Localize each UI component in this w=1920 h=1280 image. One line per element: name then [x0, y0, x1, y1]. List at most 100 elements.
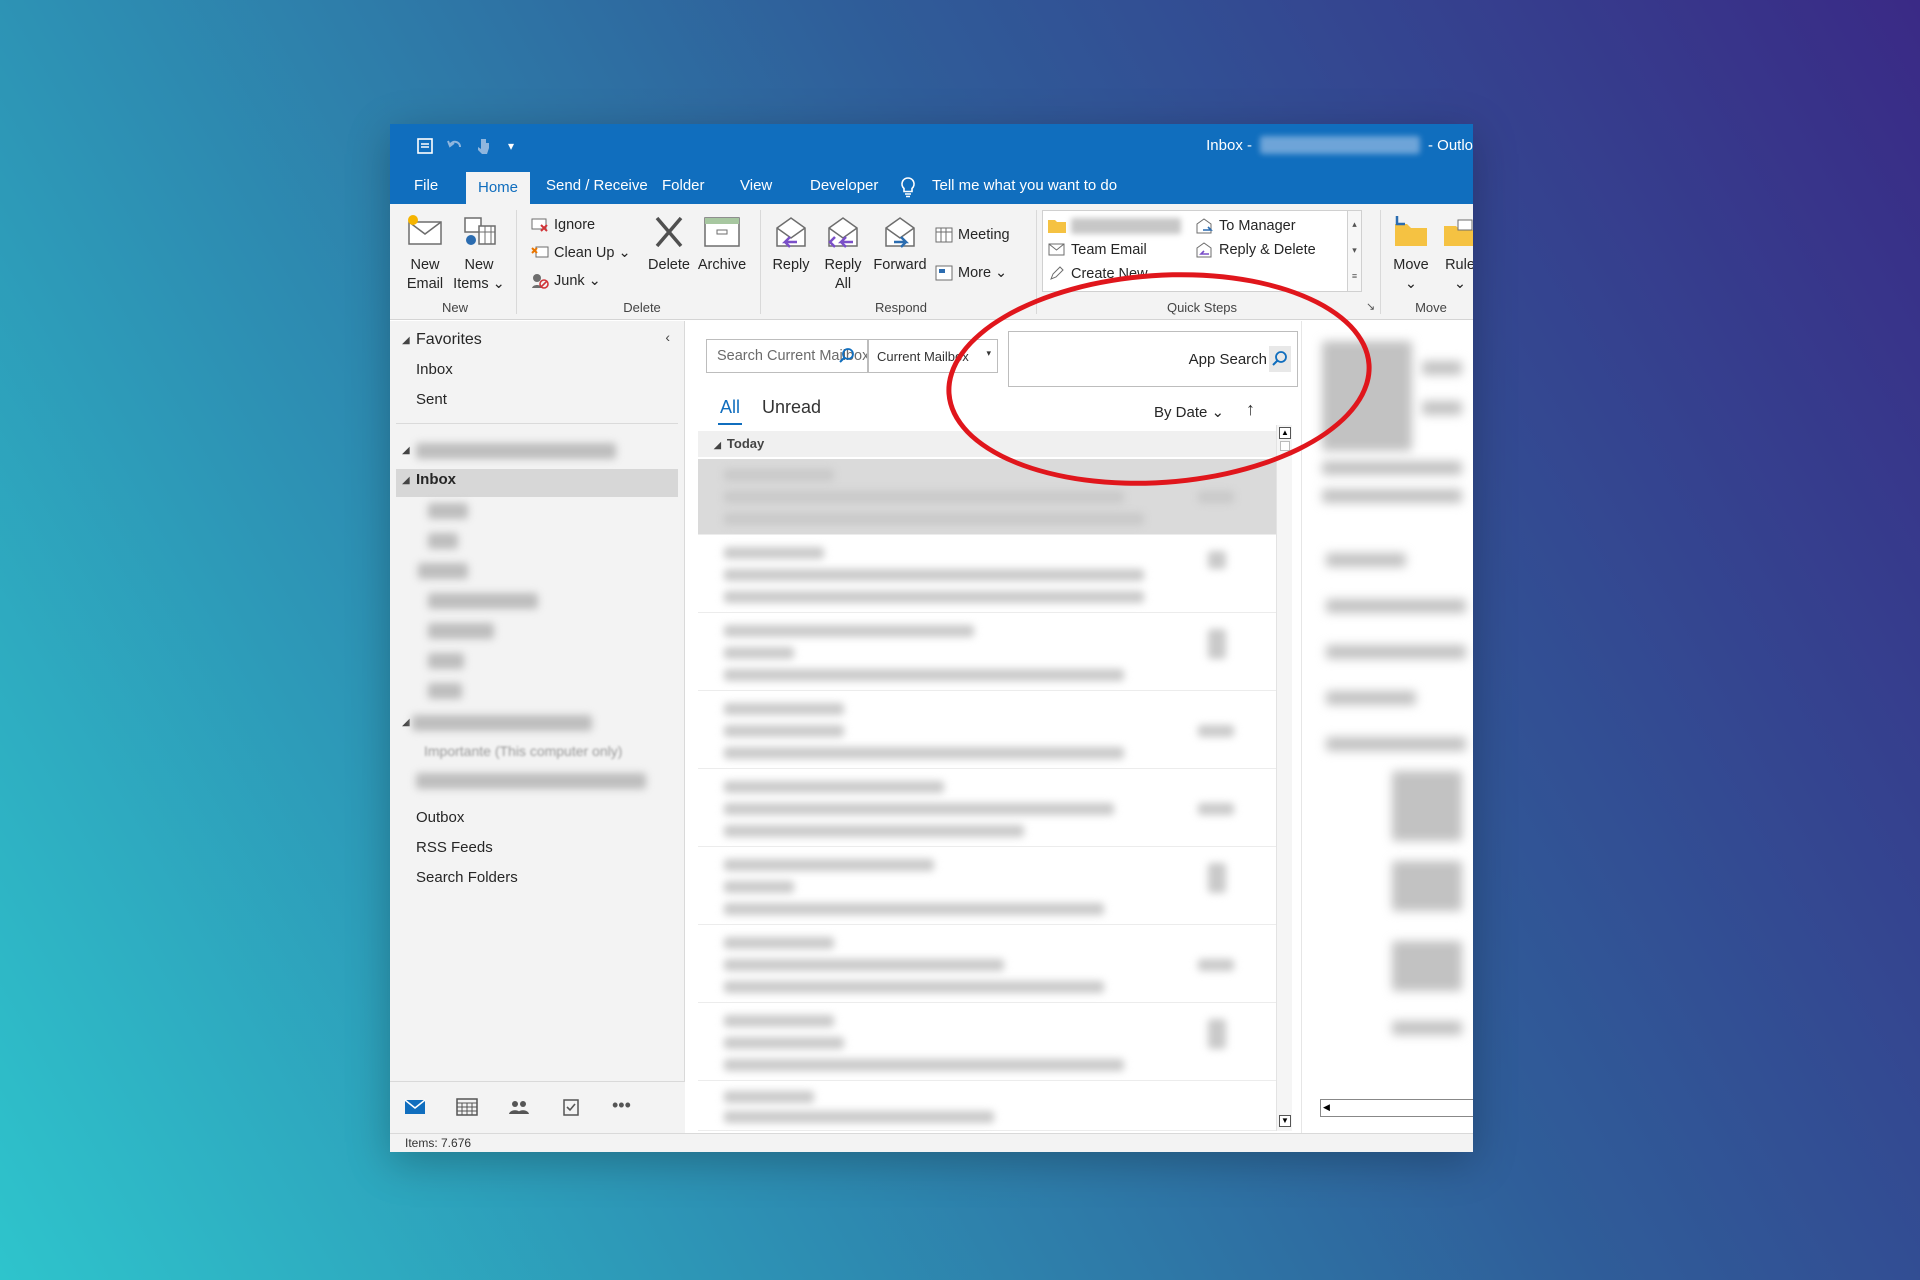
subfolder-redacted[interactable]: [412, 715, 592, 731]
tab-view[interactable]: View: [728, 168, 784, 204]
message-icon-redacted: [1208, 551, 1226, 569]
reply-all-button[interactable]: Reply All: [818, 212, 868, 294]
quick-step-move-to[interactable]: [1047, 217, 1181, 235]
message-row[interactable]: [698, 693, 1278, 769]
reading-pane: ◀: [1301, 321, 1473, 1133]
collapse-pane-icon[interactable]: ‹: [665, 329, 670, 345]
subfolder-importante[interactable]: Importante (This computer only): [424, 743, 622, 759]
tasks-icon[interactable]: [560, 1098, 584, 1118]
folder-search-folders[interactable]: Search Folders: [416, 869, 518, 886]
tab-developer[interactable]: Developer: [798, 168, 890, 204]
chevron-down-icon: ⌄: [995, 265, 1008, 281]
clean-up-button[interactable]: Clean Up ⌄: [530, 244, 631, 262]
people-icon[interactable]: [508, 1098, 532, 1118]
undo-icon[interactable]: [442, 134, 468, 158]
quick-step-reply-delete[interactable]: Reply & Delete: [1195, 241, 1316, 259]
message-time-redacted: [1198, 959, 1234, 971]
quick-step-create-new[interactable]: Create New: [1047, 265, 1148, 283]
tab-send-receive[interactable]: Send / Receive: [534, 168, 660, 204]
folder-outbox[interactable]: Outbox: [416, 809, 464, 826]
move-button[interactable]: Move ⌄: [1386, 212, 1436, 294]
scroll-up-button[interactable]: ▲: [1279, 427, 1291, 439]
message-row[interactable]: [698, 927, 1278, 1003]
subfolder-redacted[interactable]: [416, 773, 646, 789]
new-items-button[interactable]: New Items ⌄: [452, 212, 506, 294]
scroll-left-button[interactable]: ◀: [1323, 1102, 1330, 1113]
sort-by-date[interactable]: By Date ⌄: [1154, 403, 1224, 421]
subfolder-redacted[interactable]: [428, 593, 538, 609]
forward-button[interactable]: Forward: [870, 212, 930, 275]
subfolder-redacted[interactable]: [428, 683, 462, 699]
app-search-box[interactable]: App Search: [1008, 331, 1298, 387]
subfolder-redacted[interactable]: [428, 653, 464, 669]
app-search-icon[interactable]: [1269, 346, 1291, 372]
more-button[interactable]: More ⌄: [934, 264, 1007, 282]
filter-unread[interactable]: Unread: [762, 397, 821, 418]
message-row[interactable]: [698, 849, 1278, 925]
favorites-header[interactable]: Favorites: [416, 331, 482, 349]
message-preview-redacted: [724, 1059, 1124, 1071]
tell-me-search[interactable]: Tell me what you want to do: [920, 168, 1129, 204]
filter-all[interactable]: All: [720, 397, 740, 418]
subfolder-redacted[interactable]: [428, 533, 458, 549]
send-receive-all-icon[interactable]: [412, 134, 438, 158]
message-row[interactable]: [698, 771, 1278, 847]
body-line-redacted: [1326, 691, 1416, 705]
collapse-triangle-icon[interactable]: ◢: [402, 335, 410, 346]
customize-toolbar-icon[interactable]: ▾: [498, 134, 524, 158]
quick-steps-scroll[interactable]: ▴ ▾ ≡: [1347, 211, 1361, 291]
reading-pane-hscrollbar[interactable]: ◀: [1320, 1099, 1473, 1117]
favorite-inbox[interactable]: Inbox: [416, 361, 453, 378]
reply-all-label-1: Reply: [824, 257, 862, 273]
clean-up-icon: [530, 244, 550, 262]
ignore-button[interactable]: Ignore: [530, 216, 595, 234]
inbox-triangle-icon[interactable]: ◢: [402, 475, 410, 486]
reply-button[interactable]: Reply: [766, 212, 816, 275]
scroll-down-button[interactable]: ▼: [1279, 1115, 1291, 1127]
quick-step-team-email[interactable]: Team Email: [1047, 241, 1147, 259]
mail-icon[interactable]: [404, 1098, 428, 1118]
message-subject-redacted: [724, 725, 844, 737]
message-row[interactable]: [698, 1005, 1278, 1081]
more-apps-icon[interactable]: •••: [612, 1096, 636, 1118]
touch-mode-icon[interactable]: [470, 134, 496, 158]
archive-label: Archive: [697, 257, 747, 273]
subfolder-redacted[interactable]: [428, 623, 494, 639]
quick-step-to-manager[interactable]: To Manager: [1195, 217, 1296, 235]
message-list-scrollbar[interactable]: ▲ ▼: [1276, 425, 1292, 1131]
rules-button[interactable]: Rule ⌄: [1440, 212, 1473, 294]
tab-file[interactable]: File: [402, 168, 450, 204]
group-triangle-icon[interactable]: ◢: [402, 717, 410, 728]
archive-button[interactable]: Archive: [694, 212, 750, 275]
body-line-redacted: [1326, 553, 1406, 567]
message-row[interactable]: [698, 459, 1278, 535]
tab-folder[interactable]: Folder: [650, 168, 717, 204]
scroll-thumb[interactable]: [1280, 441, 1290, 451]
search-scope-dropdown[interactable]: Current Mailbox ▾: [868, 339, 998, 373]
message-preview-redacted: [724, 669, 1124, 681]
subfolder-redacted[interactable]: [428, 503, 468, 519]
meeting-button[interactable]: Meeting: [934, 226, 1010, 244]
new-email-button[interactable]: New Email: [402, 212, 448, 294]
folder-inbox[interactable]: Inbox: [416, 471, 456, 488]
delete-button[interactable]: Delete: [644, 212, 694, 275]
account-triangle-icon[interactable]: ◢: [402, 445, 410, 456]
body-line-redacted: [1326, 645, 1466, 659]
folder-rss-feeds[interactable]: RSS Feeds: [416, 839, 493, 856]
calendar-icon[interactable]: [456, 1098, 480, 1118]
message-row[interactable]: [698, 1083, 1278, 1131]
title-suffix: - Outlo: [1427, 136, 1473, 154]
search-icon[interactable]: [838, 347, 856, 370]
sort-direction-arrow-icon[interactable]: ↑: [1246, 399, 1255, 420]
message-icon-redacted: [1208, 629, 1226, 659]
dialog-launcher-icon[interactable]: ↘: [1366, 300, 1375, 313]
message-row[interactable]: [698, 537, 1278, 613]
favorite-sent[interactable]: Sent: [416, 391, 447, 408]
junk-label: Junk: [554, 273, 585, 289]
group-header-today[interactable]: ◢ Today: [698, 431, 1278, 457]
junk-button[interactable]: Junk ⌄: [530, 272, 601, 290]
message-row[interactable]: [698, 615, 1278, 691]
tab-home[interactable]: Home: [466, 172, 531, 204]
subfolder-redacted[interactable]: [418, 563, 468, 579]
new-items-icon: [459, 212, 499, 252]
